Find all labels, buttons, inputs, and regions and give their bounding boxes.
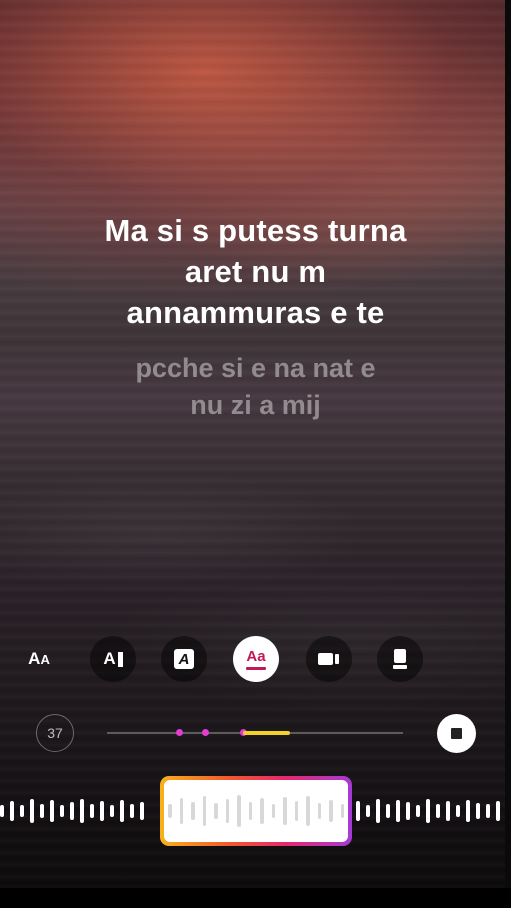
waveform-bar	[60, 805, 64, 817]
waveform-bar	[271, 804, 275, 818]
timer-label: 37	[47, 725, 63, 741]
lyric-line: pcche si e na nat e	[135, 353, 376, 383]
waveform-bar	[496, 801, 500, 821]
waveform-bar	[306, 796, 310, 826]
waveform-bar	[406, 802, 410, 820]
text-box-button[interactable]: A	[161, 636, 207, 682]
waveform-bar	[100, 801, 104, 821]
next-lyric: pcche si e na nat e nu zi a mij	[0, 350, 511, 424]
waveform-bar	[40, 804, 44, 818]
waveform-bar	[340, 804, 344, 818]
waveform-bar	[476, 803, 480, 819]
text-box-icon: A	[174, 649, 194, 669]
stop-icon	[451, 728, 462, 739]
waveform-left[interactable]	[0, 786, 150, 836]
selected-segment[interactable]	[243, 731, 290, 735]
timer-badge[interactable]: 37	[36, 714, 74, 752]
waveform-bar	[386, 804, 390, 818]
waveform-bar	[80, 799, 84, 823]
lyric-progress: 37	[0, 714, 511, 754]
video-camera-button[interactable]	[306, 636, 352, 682]
waveform-bar	[329, 800, 333, 822]
waveform-bar	[202, 796, 206, 826]
waveform-bar	[294, 801, 298, 821]
progress-marker	[176, 729, 183, 736]
waveform-bar	[317, 803, 321, 819]
text-underline-icon: Aa	[246, 649, 266, 670]
current-lyric: Ma si s putess turna aret nu m annammura…	[0, 210, 511, 333]
waveform-bar	[396, 800, 400, 822]
waveform-right[interactable]	[356, 786, 506, 836]
waveform-bar	[356, 801, 360, 821]
waveform-bar	[248, 802, 252, 820]
lyric-style-bar: AA A A Aa	[0, 636, 511, 682]
waveform-bar	[436, 804, 440, 818]
waveform-bar	[130, 804, 134, 818]
waveform-bar	[486, 804, 490, 818]
text-underline-button[interactable]: Aa	[233, 636, 279, 682]
waveform-bar	[70, 802, 74, 820]
stop-button[interactable]	[437, 714, 476, 753]
waveform-bar	[30, 799, 34, 823]
waveform-bar	[10, 801, 14, 821]
waveform-bar	[50, 800, 54, 822]
card-icon	[393, 649, 407, 669]
waveform-bar	[20, 805, 24, 817]
waveform-bar	[90, 804, 94, 818]
background-sunset-video	[0, 0, 511, 888]
screen-edge	[505, 0, 511, 888]
waveform-bar	[168, 804, 172, 818]
waveform-bar	[416, 805, 420, 817]
waveform-bar	[0, 805, 4, 817]
clip-selector-window	[164, 780, 348, 842]
lyric-line: aret nu m	[184, 254, 327, 289]
text-size-button[interactable]: AA	[16, 636, 62, 682]
bottom-bar	[0, 888, 511, 908]
text-size-icon: AA	[28, 649, 50, 668]
waveform-bar	[446, 801, 450, 821]
lyric-line: annammuras e te	[126, 295, 385, 330]
waveform-bar	[214, 803, 218, 819]
waveform-bar	[283, 797, 287, 825]
waveform-bar	[140, 802, 144, 820]
lyric-line: Ma si s putess turna	[104, 213, 407, 248]
waveform-bar	[191, 802, 195, 820]
clip-selector[interactable]	[160, 776, 352, 846]
text-cursor-button[interactable]: A	[90, 636, 136, 682]
waveform-bar	[237, 795, 241, 827]
progress-marker	[202, 729, 209, 736]
waveform-bar	[260, 798, 264, 824]
video-camera-icon	[318, 653, 339, 665]
waveform-bar	[366, 805, 370, 817]
waveform-bar	[179, 798, 183, 824]
text-cursor-icon: A	[103, 649, 123, 669]
card-button[interactable]	[377, 636, 423, 682]
waveform-bar	[110, 805, 114, 817]
waveform-bar	[466, 800, 470, 822]
waveform-bar	[225, 799, 229, 823]
waveform-bar	[120, 800, 124, 822]
waveform-bar	[426, 799, 430, 823]
waveform-bar	[376, 799, 380, 823]
lyric-line: nu zi a mij	[190, 390, 321, 420]
waveform-bar	[456, 805, 460, 817]
